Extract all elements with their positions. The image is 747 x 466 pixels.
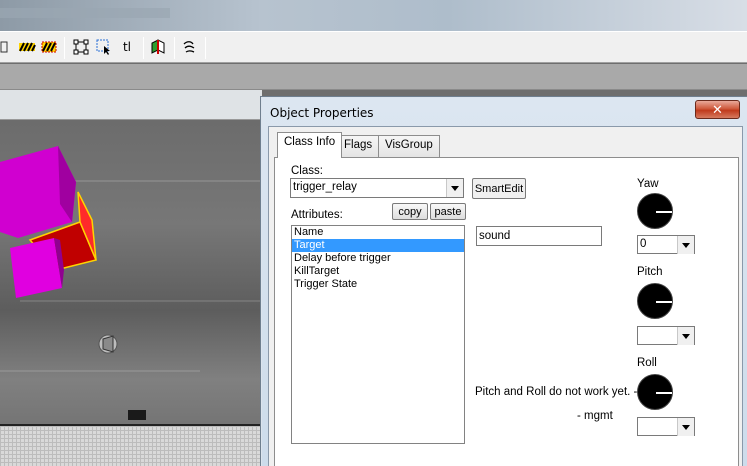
- select-area-icon[interactable]: [95, 38, 113, 56]
- brush-objects[interactable]: [0, 120, 262, 466]
- close-icon: ✕: [712, 101, 723, 117]
- chevron-down-icon[interactable]: [446, 179, 463, 197]
- signature-text: - mgmt: [577, 410, 613, 422]
- pitch-label: Pitch: [637, 266, 663, 278]
- toolbar-edge-icon[interactable]: [0, 38, 12, 56]
- paste-button[interactable]: paste: [430, 203, 466, 220]
- list-item-selected[interactable]: Target: [292, 239, 464, 252]
- chevron-down-icon[interactable]: [677, 327, 694, 345]
- toolbar-dock-area: [0, 64, 747, 90]
- background-window-titlebar: [0, 0, 747, 31]
- texture-lock-icon[interactable]: [149, 38, 167, 56]
- dial-needle: [656, 392, 672, 394]
- dialog-title: Object Properties: [270, 106, 374, 120]
- yaw-value: 0: [640, 238, 647, 250]
- tab-flags[interactable]: Flags: [337, 135, 380, 157]
- hatch-box-icon[interactable]: [40, 38, 58, 56]
- class-dropdown[interactable]: trigger_relay: [290, 178, 464, 198]
- 3d-viewport[interactable]: [0, 90, 262, 466]
- viewport-scene[interactable]: [0, 120, 262, 466]
- close-button[interactable]: ✕: [695, 100, 740, 119]
- tab-class-info[interactable]: Class Info: [277, 132, 343, 158]
- editor-toolbar: tl: [0, 31, 747, 63]
- chevron-down-icon[interactable]: [677, 418, 694, 436]
- chevron-down-icon[interactable]: [677, 236, 694, 254]
- blurred-title: [0, 8, 170, 18]
- yaw-label: Yaw: [637, 178, 659, 190]
- viewport-header: [0, 90, 262, 120]
- tl-button[interactable]: tl: [118, 38, 136, 56]
- dial-needle: [656, 301, 672, 303]
- copy-button[interactable]: copy: [392, 203, 428, 220]
- list-item[interactable]: Trigger State: [292, 278, 464, 291]
- roll-label: Roll: [637, 357, 657, 369]
- roll-dropdown[interactable]: [637, 417, 695, 436]
- toolbar-separator: [174, 37, 175, 59]
- pitch-dial[interactable]: [637, 283, 673, 319]
- dialog-frame: Object Properties ✕ Class Info Flags Vis…: [261, 97, 747, 466]
- dialog-client: Class Info Flags VisGroup Class: trigger…: [268, 126, 743, 466]
- toolbar-separator: [64, 37, 65, 59]
- attribute-value-field[interactable]: sound: [476, 226, 602, 246]
- attributes-label: Attributes:: [291, 209, 343, 221]
- hatch-icon[interactable]: [18, 38, 36, 56]
- pitch-dropdown[interactable]: [637, 326, 695, 345]
- select-box-icon[interactable]: [72, 38, 90, 56]
- toolbar-separator: [143, 37, 144, 59]
- yaw-dropdown[interactable]: 0: [637, 235, 695, 254]
- list-item[interactable]: Delay before trigger: [292, 252, 464, 265]
- smartedit-button[interactable]: SmartEdit: [472, 178, 526, 199]
- class-info-panel: Class: trigger_relay SmartEdit Attribute…: [274, 157, 739, 466]
- list-item[interactable]: KillTarget: [292, 265, 464, 278]
- pitch-roll-note: Pitch and Roll do not work yet. ->: [475, 386, 645, 398]
- 2d-grid-view[interactable]: [0, 424, 262, 466]
- attributes-list[interactable]: Name Target Delay before trigger KillTar…: [291, 225, 465, 444]
- class-label: Class:: [291, 165, 323, 177]
- hand-icon[interactable]: [180, 38, 198, 56]
- object-properties-dialog: Object Properties ✕ Class Info Flags Vis…: [260, 96, 747, 466]
- dial-needle: [656, 211, 672, 213]
- tab-visgroup[interactable]: VisGroup: [378, 135, 440, 157]
- roll-dial[interactable]: [637, 374, 673, 410]
- class-value: trigger_relay: [293, 181, 357, 193]
- list-item[interactable]: Name: [292, 226, 464, 239]
- yaw-dial[interactable]: [637, 193, 673, 229]
- toolbar-separator: [205, 37, 206, 59]
